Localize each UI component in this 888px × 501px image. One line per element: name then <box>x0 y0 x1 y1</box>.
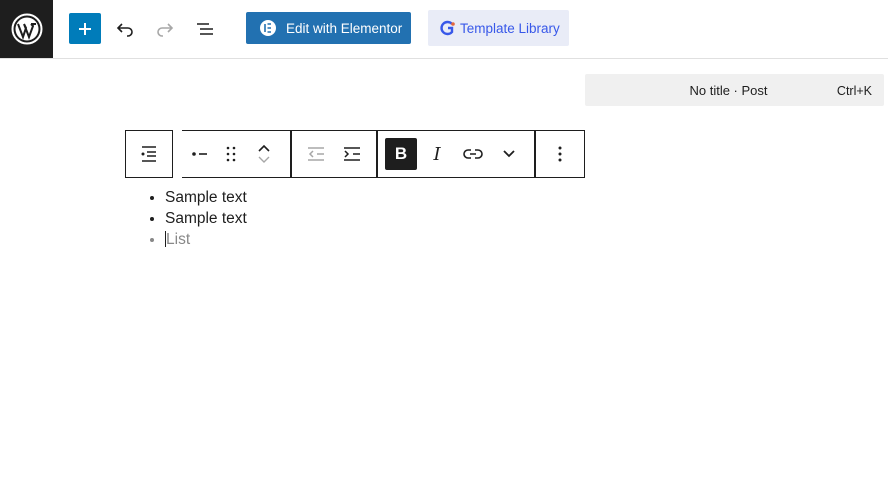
more-formatting-button[interactable] <box>491 136 527 172</box>
block-options-group <box>535 130 585 178</box>
select-parent-list-button[interactable] <box>131 136 167 172</box>
redo-icon <box>157 22 174 37</box>
template-library-icon <box>440 20 456 36</box>
list-block[interactable]: Sample text Sample text List <box>146 187 247 250</box>
list-item-icon <box>192 152 207 156</box>
wordpress-logo-button[interactable] <box>0 0 53 58</box>
list-view-icon <box>197 22 213 35</box>
block-toolbar: B I <box>125 130 585 178</box>
formatting-controls-group: B I <box>377 130 535 178</box>
edit-with-elementor-button[interactable]: Edit with Elementor <box>246 12 411 44</box>
redo-button[interactable] <box>149 13 181 44</box>
block-controls-group <box>182 130 291 178</box>
document-title: No title · Post <box>689 83 768 98</box>
indent-icon <box>344 147 360 161</box>
move-down-icon[interactable] <box>257 155 271 165</box>
block-parent-selector <box>125 130 173 178</box>
italic-button[interactable]: I <box>419 136 455 172</box>
command-palette-bar[interactable]: No title · Post Ctrl+K <box>585 74 884 106</box>
drag-handle[interactable] <box>218 136 244 172</box>
indent-controls-group <box>291 130 377 178</box>
undo-button[interactable] <box>109 13 141 44</box>
list-placeholder-text: List <box>166 231 191 248</box>
block-mover <box>244 131 284 177</box>
template-library-label: Template Library <box>460 20 560 36</box>
document-overview-button[interactable] <box>189 13 221 44</box>
move-up-icon[interactable] <box>257 143 271 153</box>
drag-handle-icon <box>226 146 236 162</box>
more-vertical-icon <box>558 146 562 162</box>
chevron-down-icon <box>503 150 515 158</box>
list-item-block-button[interactable] <box>182 136 218 172</box>
list-item[interactable]: Sample text <box>165 208 247 229</box>
link-icon <box>463 149 483 159</box>
list-block-icon <box>141 146 156 162</box>
list-item[interactable]: Sample text <box>165 187 247 208</box>
undo-icon <box>116 22 133 37</box>
add-block-button[interactable] <box>69 13 101 44</box>
command-shortcut: Ctrl+K <box>836 84 872 98</box>
wordpress-icon <box>11 13 42 45</box>
block-options-button[interactable] <box>542 136 578 172</box>
link-button[interactable] <box>455 136 491 172</box>
template-library-button[interactable]: Template Library <box>428 10 569 46</box>
plus-icon <box>79 22 91 35</box>
edit-with-elementor-label: Edit with Elementor <box>286 20 403 36</box>
list-item-placeholder[interactable]: List <box>165 229 247 250</box>
bold-button[interactable]: B <box>385 138 417 170</box>
outdent-button[interactable] <box>298 136 334 172</box>
outdent-icon <box>308 147 324 161</box>
elementor-icon <box>260 20 276 36</box>
indent-button[interactable] <box>334 136 370 172</box>
editor-header: Edit with Elementor Template Library <box>0 0 888 59</box>
